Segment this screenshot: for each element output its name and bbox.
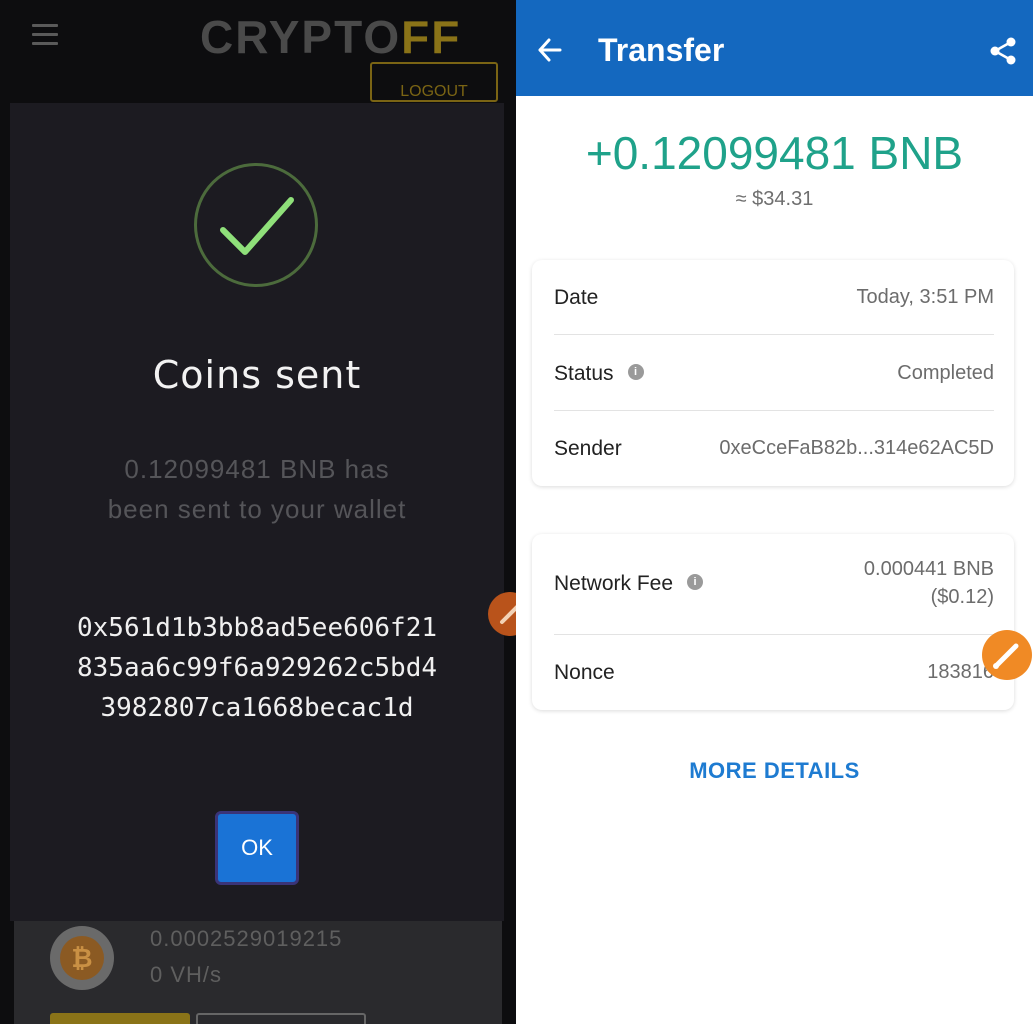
status-value: Completed bbox=[897, 362, 994, 384]
wallet-transfer-screen: Transfer +0.12099481 BNB ≈ $34.31 Date T… bbox=[516, 0, 1033, 1024]
dialog-message: 0.12099481 BNB has been sent to your wal… bbox=[107, 454, 407, 524]
info-icon[interactable]: i bbox=[627, 364, 644, 381]
network-fee-value: 0.000441 BNB bbox=[863, 558, 994, 580]
date-value: Today, 3:51 PM bbox=[856, 286, 994, 308]
divider bbox=[554, 410, 994, 411]
sender-label: Sender bbox=[554, 437, 622, 460]
status-label: Status bbox=[554, 362, 614, 385]
ok-button[interactable]: OK bbox=[215, 811, 299, 885]
logout-button[interactable]: LOGOUT bbox=[370, 62, 498, 102]
divider bbox=[554, 334, 994, 335]
nonce-label: Nonce bbox=[554, 661, 615, 684]
cryptoff-screen: CRYPTOFF LOGOUT Coins sent 0.12099481 BN… bbox=[0, 0, 516, 1024]
transfer-amount: +0.12099481 BNB bbox=[585, 127, 964, 179]
network-fee-values: 0.000441 BNB ($0.12) bbox=[554, 558, 994, 618]
transaction-hash: 0x561d1b3bb8ad5ee606f21835aa6c99f6a92926… bbox=[76, 613, 438, 723]
divider bbox=[554, 634, 994, 635]
checkmark-icon bbox=[194, 163, 318, 287]
edit-icon[interactable] bbox=[982, 630, 1032, 680]
fees-card: Network Fee i 0.000441 BNB ($0.12) Nonce … bbox=[532, 534, 1014, 710]
date-label: Date bbox=[554, 286, 599, 309]
btc-amount: 0.0002529019215 bbox=[150, 926, 343, 951]
brand-accent: FF bbox=[401, 11, 462, 63]
more-details-button[interactable]: MORE DETAILS bbox=[516, 758, 1033, 784]
details-card: Date Today, 3:51 PM Status i Completed Se… bbox=[532, 260, 1014, 486]
hash-rate: 0 VH/s bbox=[150, 962, 223, 987]
bitcoin-icon: ₿ bbox=[50, 926, 114, 990]
bitcoin-symbol: ₿ bbox=[60, 936, 104, 980]
sender-address[interactable]: 0xeCceFaB82b...314e62AC5D bbox=[719, 437, 994, 460]
app-bar: Transfer bbox=[516, 0, 1033, 96]
coins-sent-dialog: Coins sent 0.12099481 BNB has been sent … bbox=[10, 103, 504, 921]
edit-icon[interactable] bbox=[488, 592, 516, 636]
menu-icon[interactable] bbox=[32, 24, 58, 46]
brand-main: CRYPTO bbox=[200, 11, 402, 63]
fiat-value: ≈ $34.31 bbox=[735, 188, 814, 210]
network-fee-fiat: ($0.12) bbox=[930, 586, 994, 608]
status-label-wrap: Status i bbox=[554, 362, 644, 386]
back-arrow-icon[interactable] bbox=[536, 36, 564, 69]
dialog-title: Coins sent bbox=[152, 353, 362, 397]
primary-action-button[interactable] bbox=[50, 1013, 190, 1024]
page-title: Transfer bbox=[598, 32, 725, 68]
share-icon[interactable] bbox=[988, 36, 1018, 71]
secondary-action-button[interactable] bbox=[196, 1013, 366, 1024]
brand-logo: CRYPTOFF bbox=[200, 10, 461, 64]
